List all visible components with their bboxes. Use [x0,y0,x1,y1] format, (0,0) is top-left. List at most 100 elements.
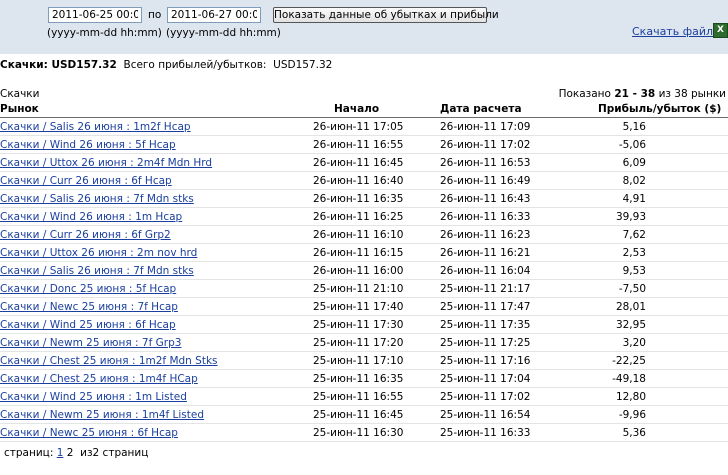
summary-line: Скачки: USD157.32 Всего прибылей/убытков… [0,59,332,71]
market-cell[interactable]: Скачки / Curr 26 июня : 6f Hcap [0,171,300,190]
calc-date-cell: 25-июн-11 16:33 [440,423,576,442]
calc-date-cell: 25-июн-11 16:54 [440,405,576,424]
calc-date-cell: 25-июн-11 17:25 [440,333,576,352]
calc-date-cell: 25-июн-11 21:17 [440,279,576,298]
start-time-cell: 26-июн-11 16:10 [300,225,440,244]
summary-total-label: Всего прибылей/убытков: [123,59,267,71]
market-cell[interactable]: Скачки / Newm 25 июня : 1m4f Listed [0,405,300,424]
profit-loss-cell: 32,95 [576,315,728,334]
page-link-1[interactable]: 1 [57,447,64,459]
market-link[interactable]: Скачки / Curr 26 июня : 6f Hcap [0,175,172,187]
market-cell[interactable]: Скачки / Salis 26 июня : 1m2f Hcap [0,117,300,136]
table-row: Скачки / Salis 26 июня : 1m2f Hcap 26-июн… [0,117,728,136]
calc-date-cell: 26-июн-11 17:02 [440,135,576,154]
market-cell[interactable]: Скачки / Donc 25 июня : 5f Hcap [0,279,300,298]
market-link[interactable]: Скачки / Chest 25 июня : 1m2f Mdn Stks [0,355,218,367]
to-label: по [148,9,162,21]
start-time-cell: 26-июн-11 16:15 [300,243,440,262]
market-link[interactable]: Скачки / Curr 26 июня : 6f Grp2 [0,229,171,241]
shown-prefix: Показано [558,88,611,100]
market-link[interactable]: Скачки / Salis 26 июня : 7f Mdn stks [0,265,194,277]
market-cell[interactable]: Скачки / Chest 25 июня : 1m4f HCap [0,369,300,388]
pager-label: страниц: [4,447,54,459]
market-link[interactable]: Скачки / Newm 25 июня : 1m4f Listed [0,409,204,421]
profit-loss-cell: 12,80 [576,387,728,406]
table-row: Скачки / Salis 26 июня : 7f Mdn stks 26-и… [0,261,728,280]
shown-total: из 38 рынки [658,88,726,100]
start-time-cell: 26-июн-11 16:45 [300,153,440,172]
show-pl-button[interactable]: Показать данные об убытках и прибыли [273,7,499,23]
table-row: Скачки / Donc 25 июня : 5f Hcap 25-июн-11… [0,279,728,298]
table-row: Скачки / Salis 26 июня : 7f Mdn stks 26-и… [0,189,728,208]
from-date-input[interactable] [48,7,142,23]
excel-file-icon[interactable]: X [713,23,728,38]
market-link[interactable]: Скачки / Wind 25 июня : 1m Listed [0,391,187,403]
profit-loss-cell: 7,62 [576,225,728,244]
calc-date-cell: 26-июн-11 16:53 [440,153,576,172]
market-cell[interactable]: Скачки / Wind 25 июня : 6f Hcap [0,315,300,334]
calc-date-cell: 26-июн-11 16:49 [440,171,576,190]
market-link[interactable]: Скачки / Wind 26 июня : 5f Hcap [0,139,176,151]
market-link[interactable]: Скачки / Wind 26 июня : 1m Hcap [0,211,182,223]
start-time-cell: 26-июн-11 16:25 [300,207,440,226]
market-link[interactable]: Скачки / Newc 25 июня : 6f Hcap [0,427,178,439]
profit-loss-cell: 5,36 [576,423,728,442]
market-cell[interactable]: Скачки / Wind 26 июня : 5f Hcap [0,135,300,154]
profit-loss-cell: 6,09 [576,153,728,172]
market-cell[interactable]: Скачки / Wind 25 июня : 1m Listed [0,387,300,406]
table-row: Скачки / Newc 25 июня : 6f Hcap 25-июн-11… [0,423,728,442]
market-cell[interactable]: Скачки / Uttox 26 июня : 2m nov hrd [0,243,300,262]
market-cell[interactable]: Скачки / Newc 25 июня : 7f Hcap [0,297,300,316]
market-link[interactable]: Скачки / Salis 26 июня : 1m2f Hcap [0,121,191,133]
market-cell[interactable]: Скачки / Newm 25 июня : 7f Grp3 [0,333,300,352]
market-cell[interactable]: Скачки / Chest 25 июня : 1m2f Mdn Stks [0,351,300,370]
calc-date-cell: 26-июн-11 16:43 [440,189,576,208]
market-cell[interactable]: Скачки / Salis 26 июня : 7f Mdn stks [0,261,300,280]
profit-loss-cell: 4,91 [576,189,728,208]
download-file-link[interactable]: Скачать файл [632,25,713,38]
table-row: Скачки / Newm 25 июня : 7f Grp3 25-июн-11… [0,333,728,352]
from-format-hint: (yyyy-mm-dd hh:mm) [47,27,162,39]
market-link[interactable]: Скачки / Newc 25 июня : 7f Hcap [0,301,178,313]
market-cell[interactable]: Скачки / Salis 26 июня : 7f Mdn stks [0,189,300,208]
market-link[interactable]: Скачки / Uttox 26 июня : 2m nov hrd [0,247,197,259]
market-cell[interactable]: Скачки / Newc 25 июня : 6f Hcap [0,423,300,442]
header-market: Рынок [0,100,300,118]
table-header-row: Рынок Начало Дата расчета Прибыль/убыток… [0,100,728,118]
market-cell[interactable]: Скачки / Wind 26 июня : 1m Hcap [0,207,300,226]
to-date-input[interactable] [167,7,261,23]
calc-date-cell: 25-июн-11 17:35 [440,315,576,334]
calc-date-cell: 25-июн-11 17:16 [440,351,576,370]
header-profit-loss: Прибыль/убыток ($) [576,100,728,118]
calc-date-cell: 26-июн-11 16:33 [440,207,576,226]
table-row: Скачки / Chest 25 июня : 1m2f Mdn Stks 25… [0,351,728,370]
calc-date-cell: 25-июн-11 17:47 [440,297,576,316]
header-calc-date: Дата расчета [440,100,576,118]
profit-loss-cell: -5,06 [576,135,728,154]
market-link[interactable]: Скачки / Salis 26 июня : 7f Mdn stks [0,193,194,205]
calc-date-cell: 26-июн-11 16:04 [440,261,576,280]
table-row: Скачки / Newm 25 июня : 1m4f Listed 25-ию… [0,405,728,424]
section-title: Скачки [0,88,40,100]
markets-table: Рынок Начало Дата расчета Прибыль/убыток… [0,100,728,442]
market-link[interactable]: Скачки / Wind 25 июня : 6f Hcap [0,319,176,331]
table-row: Скачки / Uttox 26 июня : 2m nov hrd 26-ию… [0,243,728,262]
profit-loss-cell: -7,50 [576,279,728,298]
market-link[interactable]: Скачки / Newm 25 июня : 7f Grp3 [0,337,181,349]
summary-total-value: USD157.32 [273,59,333,71]
pagination: страниц: 1 2 из2 страниц [4,447,148,459]
start-time-cell: 25-июн-11 17:10 [300,351,440,370]
start-time-cell: 25-июн-11 17:20 [300,333,440,352]
profit-loss-cell: 9,53 [576,261,728,280]
market-link[interactable]: Скачки / Uttox 26 июня : 2m4f Mdn Hrd [0,157,212,169]
page-current-2: 2 [66,447,74,459]
calc-date-cell: 25-июн-11 17:04 [440,369,576,388]
shown-range: Показано 21 - 38 из 38 рынки [559,88,726,100]
market-cell[interactable]: Скачки / Curr 26 июня : 6f Grp2 [0,225,300,244]
to-format-hint: (yyyy-mm-dd hh:mm) [166,27,281,39]
market-cell[interactable]: Скачки / Uttox 26 июня : 2m4f Mdn Hrd [0,153,300,172]
start-time-cell: 26-июн-11 16:00 [300,261,440,280]
market-link[interactable]: Скачки / Donc 25 июня : 5f Hcap [0,283,176,295]
market-link[interactable]: Скачки / Chest 25 июня : 1m4f HCap [0,373,198,385]
profit-loss-cell: -49,18 [576,369,728,388]
